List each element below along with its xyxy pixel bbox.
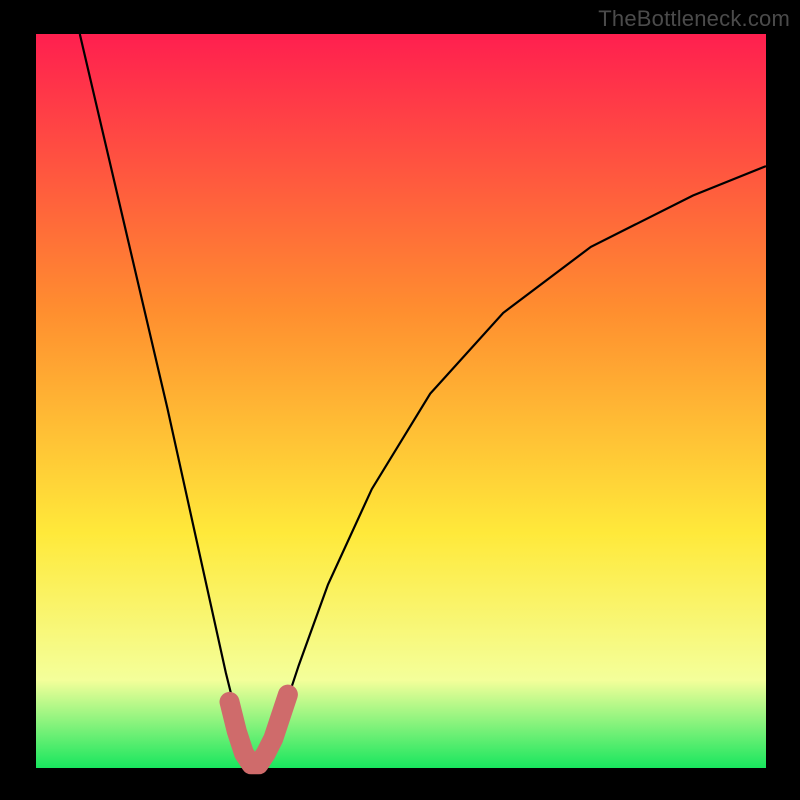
plot-background: [36, 34, 766, 768]
chart-frame: TheBottleneck.com: [0, 0, 800, 800]
bottleneck-chart: [0, 0, 800, 800]
watermark-text: TheBottleneck.com: [598, 6, 790, 32]
